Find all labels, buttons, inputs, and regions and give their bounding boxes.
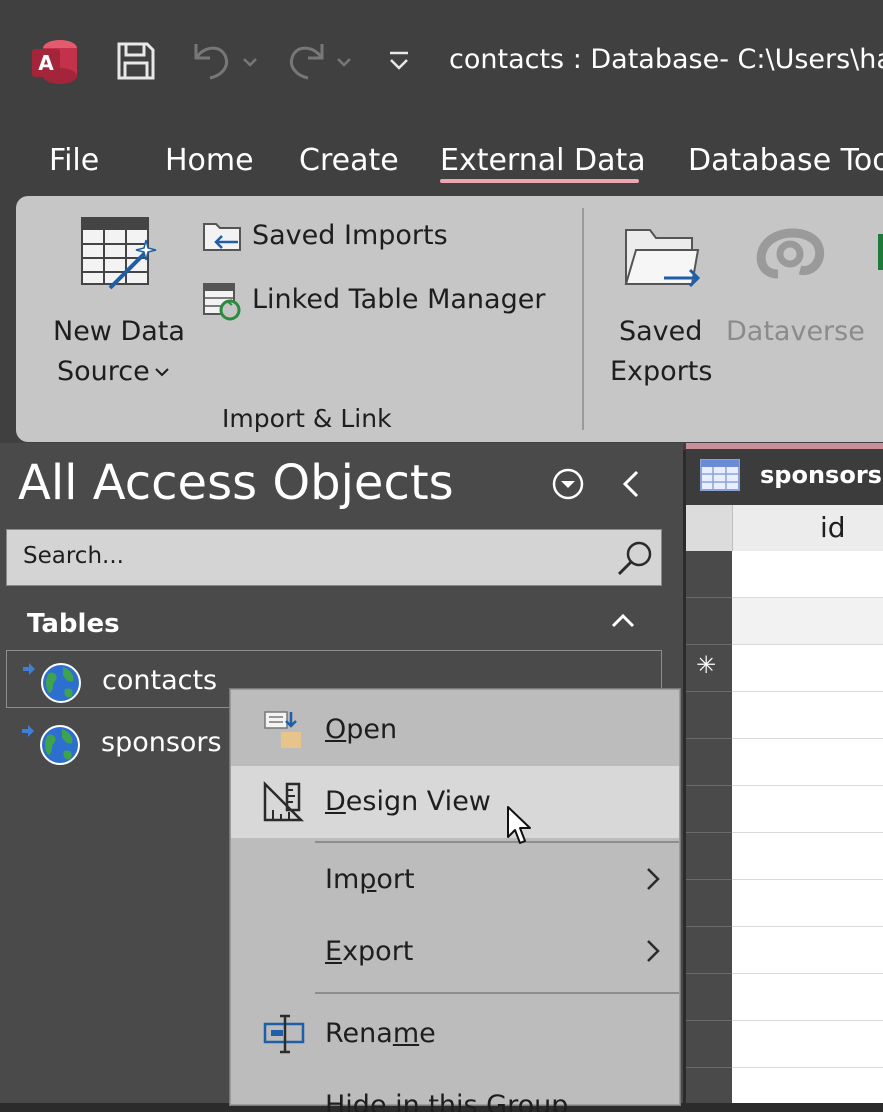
tab-database-tools[interactable]: Database Too xyxy=(688,143,883,178)
tab-home[interactable]: Home xyxy=(165,143,254,178)
nav-item-label: sponsors xyxy=(101,727,222,758)
saved-exports-label-1: Saved xyxy=(619,316,703,347)
excel-icon-edge xyxy=(878,234,883,270)
redo-icon[interactable] xyxy=(284,40,356,82)
window-title: contacts : Database- C:\Users\hay xyxy=(449,44,883,75)
tables-group-header[interactable]: Tables xyxy=(27,609,120,639)
submenu-arrow-icon xyxy=(647,940,660,962)
menu-item-label: Export xyxy=(325,936,414,967)
document-tab-label: sponsors xyxy=(760,461,882,489)
tab-create[interactable]: Create xyxy=(299,143,399,178)
menu-item-label: Hide in this Group xyxy=(325,1090,569,1112)
title-bar: A contacts : Database- C:\Users\hay xyxy=(0,0,883,125)
linked-table-manager-button[interactable]: Linked Table Manager xyxy=(200,280,560,324)
menu-item-design-view[interactable]: Design View xyxy=(231,766,679,838)
save-icon[interactable] xyxy=(116,41,156,81)
nav-search-field[interactable] xyxy=(6,529,662,586)
tab-file[interactable]: File xyxy=(49,143,99,178)
design-view-icon xyxy=(263,780,305,822)
group-label-import-link: Import & Link xyxy=(222,404,392,433)
open-icon xyxy=(264,711,301,748)
ribbon-group-separator xyxy=(582,208,584,430)
active-tab-indicator xyxy=(440,179,639,183)
saved-exports-button[interactable]: Saved Exports xyxy=(604,210,714,390)
linked-table-manager-label: Linked Table Manager xyxy=(252,284,546,315)
alternate-row xyxy=(732,598,883,644)
menu-item-hide-in-group[interactable]: Hide in this Group xyxy=(231,1072,679,1112)
dataverse-button[interactable]: Dataverse xyxy=(722,210,872,350)
menu-item-export[interactable]: Export xyxy=(231,918,679,990)
new-data-source-label-1: New Data xyxy=(53,316,185,347)
saved-imports-icon xyxy=(203,223,241,251)
ribbon-tabs: File Home Create External Data Database … xyxy=(0,125,883,195)
document-tab-sponsors[interactable]: sponsors xyxy=(686,443,883,505)
nav-pane-title[interactable]: All Access Objects xyxy=(18,455,454,511)
table-icon xyxy=(700,459,740,491)
undo-icon[interactable] xyxy=(188,40,260,82)
saved-exports-label-2: Exports xyxy=(610,356,713,387)
new-data-source-label-2: Source xyxy=(57,356,150,387)
column-header-id[interactable]: id xyxy=(820,511,846,544)
menu-item-import[interactable]: Import xyxy=(231,846,679,916)
customize-qat-icon[interactable] xyxy=(386,48,412,74)
access-app-icon[interactable]: A xyxy=(30,38,78,84)
rename-icon xyxy=(263,1014,305,1054)
submenu-arrow-icon xyxy=(647,868,660,890)
nav-item-label: contacts xyxy=(102,665,218,696)
tab-external-data[interactable]: External Data xyxy=(440,143,646,178)
search-input[interactable] xyxy=(21,542,585,570)
context-menu: Open Design View Import Export Rename Hi… xyxy=(230,689,680,1112)
dataverse-icon xyxy=(756,228,825,279)
dataverse-label: Dataverse xyxy=(726,316,865,347)
saved-imports-label: Saved Imports xyxy=(252,220,448,251)
menu-item-label: Import xyxy=(325,864,415,895)
new-data-source-button[interactable]: New Data Source xyxy=(40,210,190,390)
linked-table-globe-icon xyxy=(23,663,81,703)
mouse-cursor-icon xyxy=(507,806,531,844)
saved-exports-icon xyxy=(624,229,701,288)
linked-table-globe-icon xyxy=(22,725,80,765)
menu-item-open[interactable]: Open xyxy=(231,696,679,764)
svg-text:A: A xyxy=(38,51,54,75)
chevron-up-icon[interactable] xyxy=(610,611,636,631)
new-record-marker: ✳ xyxy=(696,651,717,679)
saved-imports-button[interactable]: Saved Imports xyxy=(200,216,560,260)
new-table-wand-icon xyxy=(81,217,157,290)
menu-separator xyxy=(315,841,679,843)
chevron-down-icon xyxy=(155,368,169,377)
datasheet-view: sponsors id ✳ xyxy=(686,443,883,1103)
menu-separator xyxy=(315,992,679,994)
menu-item-label: Design View xyxy=(325,786,491,817)
ribbon-panel: New Data Source Saved Imports Linked Tab… xyxy=(16,196,883,442)
nav-menu-dropdown-icon[interactable] xyxy=(551,467,585,501)
menu-item-rename[interactable]: Rename xyxy=(231,998,679,1070)
search-icon[interactable] xyxy=(615,538,655,578)
select-all-corner[interactable] xyxy=(686,505,733,551)
menu-item-label: Rename xyxy=(325,1018,436,1049)
linked-table-manager-icon xyxy=(203,283,241,321)
menu-item-label: Open xyxy=(325,714,398,745)
shutter-bar-close-icon[interactable] xyxy=(619,467,643,501)
